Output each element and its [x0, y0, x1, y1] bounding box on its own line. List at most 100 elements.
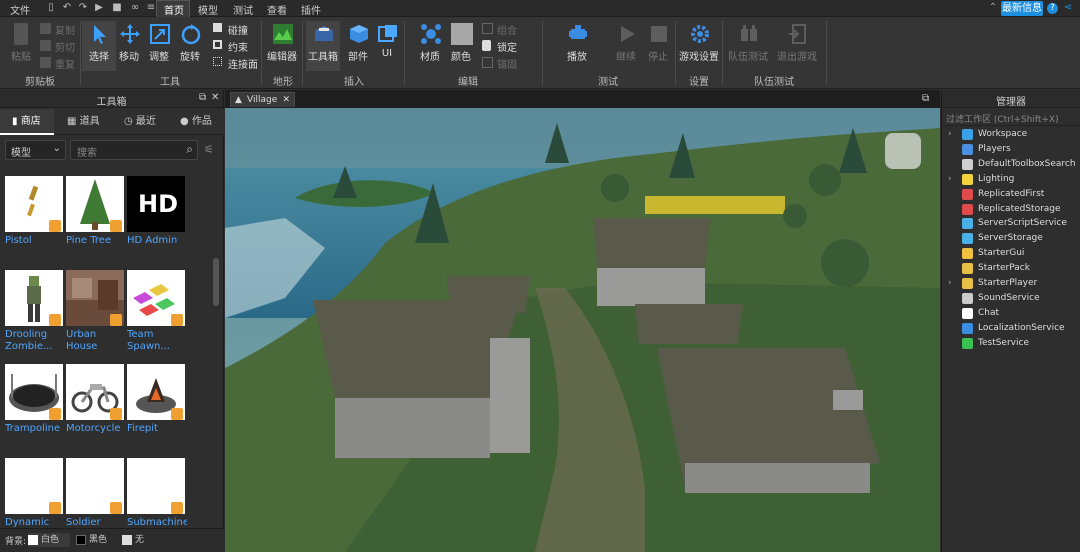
terrain-editor-button[interactable]: 编辑器: [265, 21, 299, 71]
toolbox-title-bar: 工具箱 ⧉ ✕: [0, 90, 223, 108]
asset-card[interactable]: HD HD Admin: [127, 176, 185, 266]
explorer-item[interactable]: ReplicatedStorage: [942, 202, 1080, 217]
help-icon[interactable]: ?: [1047, 3, 1058, 14]
binoculars-icon[interactable]: ∞: [130, 3, 140, 13]
tab-marketplace[interactable]: ▮ 商店: [0, 109, 54, 135]
asset-card[interactable]: Motorcycle: [66, 364, 124, 454]
asset-card[interactable]: Trampoline: [5, 364, 63, 454]
asset-thumbnail: HD: [127, 176, 185, 232]
lightbulb-icon: ●: [180, 116, 192, 127]
explorer-item[interactable]: StarterGui: [942, 246, 1080, 261]
explorer-item[interactable]: › Lighting: [942, 172, 1080, 187]
explorer-item[interactable]: ServerScriptService: [942, 216, 1080, 231]
background-black-option[interactable]: 黑色: [76, 533, 107, 547]
tab-test[interactable]: 测试: [233, 2, 253, 17]
new-file-icon[interactable]: ▯: [46, 3, 56, 13]
explorer-item[interactable]: › StarterPlayer: [942, 276, 1080, 291]
exit-game-button[interactable]: 退出游戏: [777, 21, 817, 71]
explorer-item[interactable]: DefaultToolboxSearch: [942, 157, 1080, 172]
asset-card[interactable]: Drooling Zombie...: [5, 270, 63, 360]
collapse-ribbon-icon[interactable]: ⌃: [988, 3, 998, 13]
close-tab-icon[interactable]: ✕: [282, 93, 290, 107]
explorer-item[interactable]: LocalizationService: [942, 321, 1080, 336]
undo-icon[interactable]: ↶: [62, 3, 72, 13]
village-tab[interactable]: ▲ Village ✕: [230, 92, 295, 107]
tab-recent[interactable]: ◷ 最近: [124, 109, 164, 135]
lock-button[interactable]: 锁定: [482, 39, 517, 54]
share-icon[interactable]: ⋖: [1063, 3, 1073, 13]
asset-card[interactable]: Team Spawn...: [127, 270, 185, 360]
asset-name: Pistol: [5, 235, 32, 246]
tab-plugins[interactable]: 插件: [301, 2, 321, 17]
resume-button[interactable]: 继续: [609, 21, 643, 71]
paste-button[interactable]: 粘贴: [4, 21, 38, 71]
copy-label: 复制: [55, 26, 75, 37]
news-button[interactable]: 最新信息: [1001, 1, 1043, 16]
asset-name: HD Admin: [127, 235, 178, 246]
explorer-item[interactable]: Chat: [942, 306, 1080, 321]
explorer-item[interactable]: ReplicatedFirst: [942, 187, 1080, 202]
menu-file[interactable]: 文件: [10, 2, 30, 17]
explorer-item[interactable]: StarterPack: [942, 261, 1080, 276]
team-test-button[interactable]: 队伍测试: [728, 21, 768, 71]
asset-card[interactable]: Pine Tree: [66, 176, 124, 266]
team-test-icon: [741, 25, 757, 41]
tab-inventory[interactable]: ▦ 道具: [67, 109, 107, 135]
toolbox-button[interactable]: 工具箱: [306, 21, 340, 71]
move-button[interactable]: 移动: [112, 21, 146, 71]
explorer-filter-input[interactable]: 过滤工作区 (Ctrl+Shift+X): [942, 109, 1080, 126]
save-icon[interactable]: ■: [112, 3, 122, 13]
publish-icon[interactable]: ▶: [94, 3, 104, 13]
group-button[interactable]: 组合: [482, 22, 517, 37]
background-label: 背景:: [5, 537, 27, 547]
redo-icon[interactable]: ↷: [78, 3, 88, 13]
team-test-group-label: 队伍测试: [754, 77, 794, 88]
tab-creations[interactable]: ● 作品: [180, 109, 220, 135]
toolbox-scrollbar[interactable]: [213, 258, 219, 306]
rotate-button[interactable]: 旋转: [173, 21, 207, 71]
chevron-right-icon[interactable]: ›: [948, 127, 952, 142]
material-button[interactable]: 材质: [413, 21, 447, 71]
filter-settings-icon[interactable]: ⚟: [204, 143, 214, 156]
join-surfaces-button[interactable]: 连接面: [213, 56, 258, 71]
explorer-item[interactable]: SoundService: [942, 291, 1080, 306]
explorer-item[interactable]: › Workspace: [942, 127, 1080, 142]
service-icon: [962, 307, 973, 319]
tab-model[interactable]: 模型: [198, 2, 218, 17]
anchor-button[interactable]: 锚固: [482, 56, 517, 71]
explorer-item[interactable]: ServerStorage: [942, 231, 1080, 246]
ui-button[interactable]: UI: [370, 21, 404, 71]
tab-view[interactable]: 查看: [267, 2, 287, 17]
duplicate-label: 重复: [55, 60, 75, 71]
tab-home[interactable]: 首页: [164, 2, 184, 17]
scale-button[interactable]: 调整: [142, 21, 176, 71]
copy-button[interactable]: 复制: [40, 22, 75, 37]
fullscreen-icon[interactable]: ⧉: [922, 93, 929, 104]
constraint-button[interactable]: 约束: [213, 39, 248, 54]
select-button[interactable]: 选择: [82, 21, 116, 71]
asset-card[interactable]: Urban House: [66, 270, 124, 360]
stop-button[interactable]: 停止: [641, 21, 675, 71]
quick-access-dropdown-icon[interactable]: ≡: [146, 3, 156, 13]
undock-icon[interactable]: ⧉: [199, 92, 209, 103]
collide-button[interactable]: 碰撞: [213, 22, 248, 37]
asset-card[interactable]: Firepit: [127, 364, 185, 454]
3d-scene[interactable]: [225, 108, 940, 552]
chevron-right-icon[interactable]: ›: [948, 172, 952, 187]
game-settings-button[interactable]: 游戏设置: [679, 21, 719, 71]
explorer-item[interactable]: Players: [942, 142, 1080, 157]
duplicate-button[interactable]: 重复: [40, 56, 75, 71]
color-button[interactable]: 颜色: [444, 21, 478, 71]
asset-card[interactable]: Pistol: [5, 176, 63, 266]
category-dropdown[interactable]: 模型 ⌄: [5, 140, 66, 160]
background-white-option[interactable]: 白色: [28, 533, 70, 547]
category-dropdown-value: 模型: [11, 148, 31, 159]
chevron-right-icon[interactable]: ›: [948, 276, 952, 291]
explorer-item[interactable]: TestService: [942, 336, 1080, 351]
play-button[interactable]: 播放: [560, 21, 594, 71]
search-icon[interactable]: ⌕: [186, 142, 193, 157]
cut-button[interactable]: 剪切: [40, 39, 75, 54]
search-input[interactable]: 搜索 ⌕: [70, 140, 198, 160]
close-icon[interactable]: ✕: [211, 92, 221, 103]
background-none-option[interactable]: 无: [122, 533, 144, 547]
